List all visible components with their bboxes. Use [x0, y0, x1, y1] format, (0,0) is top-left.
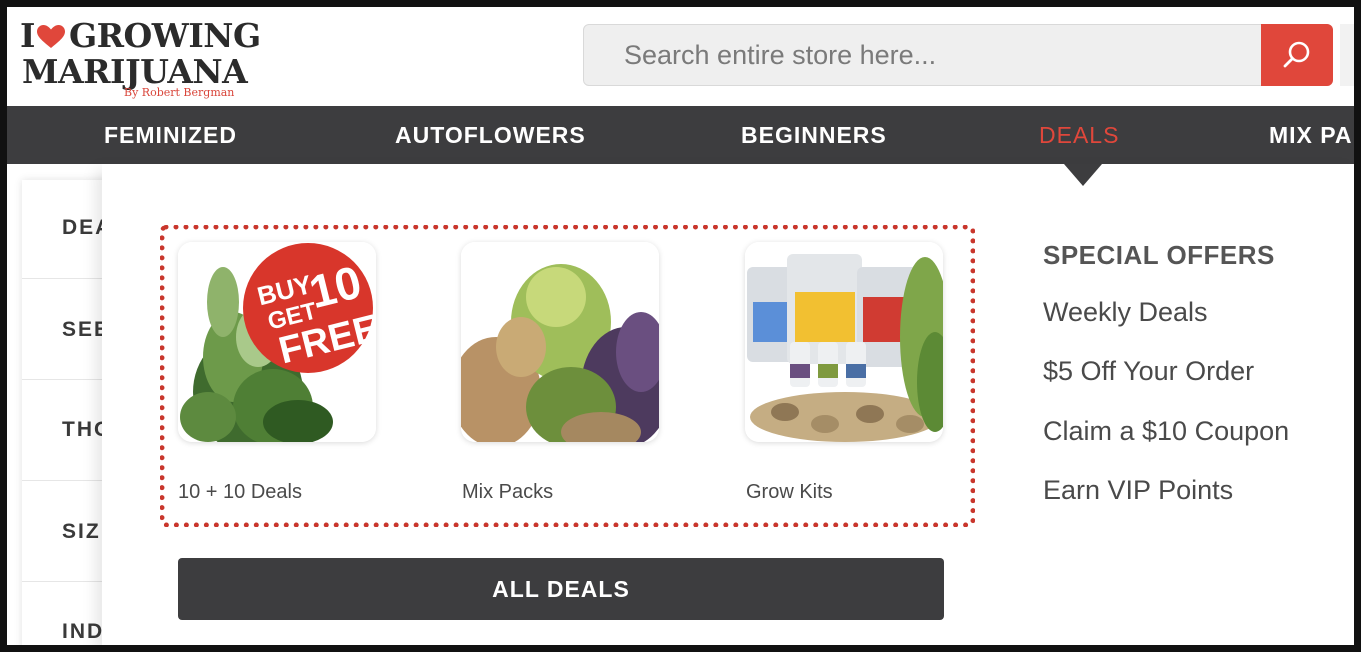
special-offers-title: SPECIAL OFFERS [1043, 240, 1275, 270]
deal-card-grow-kits[interactable] [745, 242, 943, 442]
nav-item-deals[interactable]: DEALS [1039, 106, 1119, 164]
logo-word-growing: GROWING [68, 16, 261, 55]
all-deals-button[interactable]: ALL DEALS [178, 558, 944, 620]
deal-card-label[interactable]: Mix Packs [462, 481, 553, 504]
offer-link-claim-coupon[interactable]: Claim a $10 Coupon [1043, 416, 1289, 447]
sidebar-item-indoor[interactable]: IND [62, 620, 104, 644]
search-bar [583, 24, 1333, 86]
search-button[interactable] [1261, 24, 1333, 86]
search-bar-edge [1340, 24, 1354, 86]
offer-link-weekly-deals[interactable]: Weekly Deals [1043, 297, 1208, 328]
cannabis-buds-image [461, 242, 659, 442]
cannabis-plant-image: BUY 10 GET FREE [178, 242, 376, 442]
sidebar-item-size[interactable]: SIZ [62, 520, 101, 544]
nav-item-autoflowers[interactable]: AUTOFLOWERS [395, 106, 586, 164]
nav-item-mix-packs[interactable]: MIX PA [1269, 106, 1353, 164]
heart-icon [36, 25, 65, 48]
search-input[interactable] [584, 25, 1262, 85]
logo-byline: By Robert Bergman [124, 86, 235, 99]
search-icon [1283, 41, 1310, 68]
deal-card-mix-packs[interactable] [461, 242, 659, 442]
deal-card-label[interactable]: 10 + 10 Deals [178, 481, 302, 504]
main-nav: FEMINIZED AUTOFLOWERS BEGINNERS DEALS MI… [7, 106, 1354, 164]
logo-line-1: I GROWING [20, 16, 261, 55]
logo-letter-i: I [20, 16, 35, 55]
grow-kit-image [745, 242, 943, 442]
nav-item-beginners[interactable]: BEGINNERS [741, 106, 887, 164]
offer-link-5-off[interactable]: $5 Off Your Order [1043, 356, 1254, 387]
offer-link-vip-points[interactable]: Earn VIP Points [1043, 475, 1233, 506]
deal-card-10-plus-10[interactable]: BUY 10 GET FREE [178, 242, 376, 442]
deal-card-label[interactable]: Grow Kits [746, 481, 833, 504]
site-logo[interactable]: I GROWING MARIJUANA By Robert Bergman [20, 16, 261, 100]
nav-active-caret [1064, 164, 1102, 186]
nav-item-feminized[interactable]: FEMINIZED [104, 106, 237, 164]
